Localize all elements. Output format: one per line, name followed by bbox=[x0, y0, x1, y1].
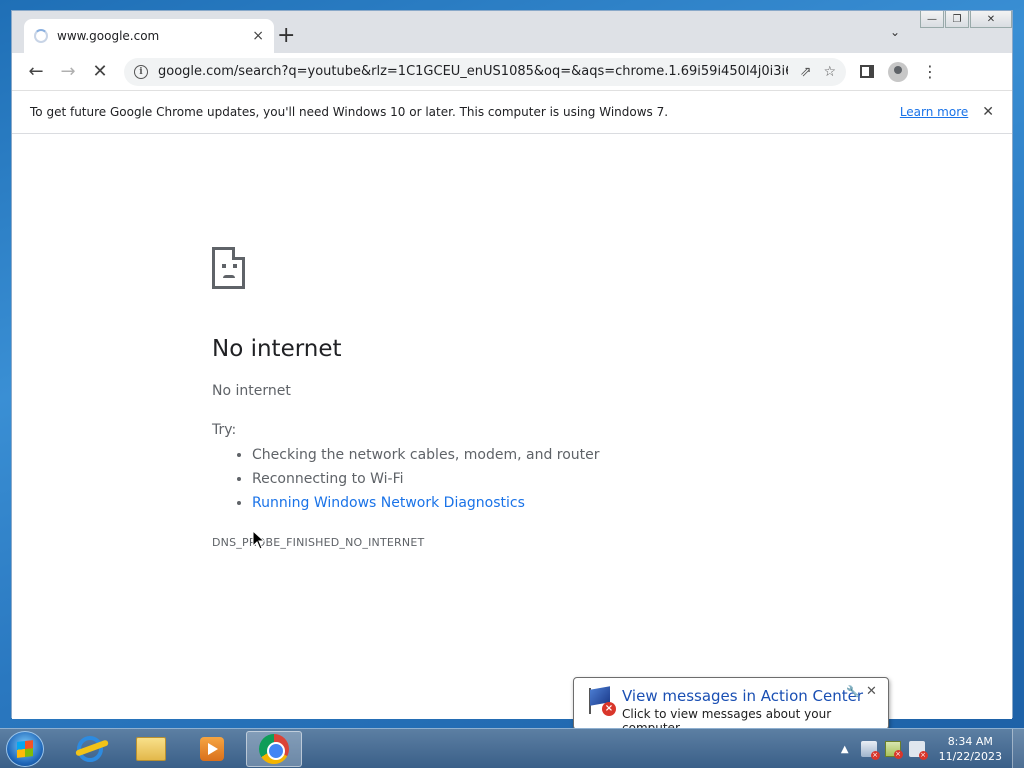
suggestion-item: Running Windows Network Diagnostics bbox=[252, 495, 600, 519]
chrome-window: www.google.com × + ⌄ — ❐ ✕ ← → ✕ i googl… bbox=[11, 10, 1013, 719]
try-label: Try: bbox=[212, 422, 237, 438]
internet-explorer-icon[interactable] bbox=[62, 731, 118, 767]
error-code: DNS_PROBE_FINISHED_NO_INTERNET bbox=[212, 536, 425, 549]
new-tab-button[interactable]: + bbox=[277, 25, 295, 47]
show-desktop-button[interactable] bbox=[1012, 729, 1024, 768]
side-panel-icon[interactable] bbox=[860, 65, 874, 78]
media-player-icon[interactable] bbox=[184, 731, 240, 767]
taskbar-clock[interactable]: 8:34 AM 11/22/2023 bbox=[939, 734, 1002, 764]
stop-button[interactable]: ✕ bbox=[84, 61, 116, 82]
tab-close-icon[interactable]: × bbox=[252, 28, 264, 44]
action-center-balloon[interactable]: × View messages in Action Center Click t… bbox=[573, 677, 889, 742]
network-tray-icon[interactable]: × bbox=[884, 741, 903, 759]
system-tray: ▲ × × × 8:34 AM 11/22/2023 bbox=[841, 729, 1024, 768]
page-content: No internet No internet Try: Checking th… bbox=[12, 135, 1012, 719]
chrome-taskbar-icon[interactable] bbox=[246, 731, 302, 767]
suggestion-item: Reconnecting to Wi-Fi bbox=[252, 471, 600, 495]
toolbar-right: ⋮ bbox=[860, 61, 938, 82]
clock-time: 8:34 AM bbox=[947, 735, 993, 748]
loading-spinner-icon bbox=[34, 29, 48, 43]
update-infobar: To get future Google Chrome updates, you… bbox=[12, 91, 1012, 134]
back-button[interactable]: ← bbox=[20, 61, 52, 82]
tab-title: www.google.com bbox=[57, 29, 160, 43]
clock-date: 11/22/2023 bbox=[938, 750, 1002, 763]
balloon-title[interactable]: View messages in Action Center bbox=[622, 687, 863, 705]
action-center-flag-icon: × bbox=[586, 686, 616, 716]
network-diagnostics-link[interactable]: Running Windows Network Diagnostics bbox=[252, 495, 525, 511]
suggestion-item: Checking the network cables, modem, and … bbox=[252, 447, 600, 471]
tab-google[interactable]: www.google.com × bbox=[24, 19, 274, 53]
tab-strip: www.google.com × + ⌄ — ❐ ✕ bbox=[12, 11, 1012, 53]
action-center-tray-icon[interactable]: × bbox=[860, 741, 880, 760]
profile-avatar-icon[interactable] bbox=[888, 61, 908, 82]
infobar-close-icon[interactable]: ✕ bbox=[982, 104, 994, 120]
sad-page-eye-right bbox=[233, 264, 237, 268]
window-controls: — ❐ ✕ bbox=[920, 11, 1012, 28]
balloon-options-icon[interactable]: 🔧 bbox=[846, 685, 860, 698]
bookmark-star-icon[interactable]: ☆ bbox=[823, 64, 836, 80]
sad-page-eye-left bbox=[222, 264, 226, 268]
menu-kebab-icon[interactable]: ⋮ bbox=[922, 62, 938, 81]
forward-button[interactable]: → bbox=[52, 61, 84, 82]
file-explorer-icon[interactable] bbox=[123, 731, 179, 767]
site-info-icon[interactable]: i bbox=[134, 64, 148, 79]
browser-toolbar: ← → ✕ i google.com/search?q=youtube&rlz=… bbox=[12, 53, 1012, 91]
close-window-button[interactable]: ✕ bbox=[970, 11, 1012, 28]
sad-page-mouth bbox=[223, 275, 235, 280]
mouse-cursor-icon bbox=[252, 530, 266, 550]
learn-more-link[interactable]: Learn more bbox=[900, 105, 968, 119]
url-text[interactable]: google.com/search?q=youtube&rlz=1C1GCEU_… bbox=[158, 64, 788, 79]
volume-muted-icon[interactable]: × bbox=[908, 741, 928, 760]
suggestion-list: Checking the network cables, modem, and … bbox=[252, 447, 600, 519]
sad-page-icon bbox=[212, 247, 245, 289]
minimize-button[interactable]: — bbox=[920, 11, 944, 28]
error-title: No internet bbox=[212, 336, 342, 362]
address-bar[interactable]: i google.com/search?q=youtube&rlz=1C1GCE… bbox=[124, 57, 846, 86]
share-icon[interactable]: ⇗ bbox=[800, 64, 812, 80]
balloon-close-icon[interactable]: ✕ bbox=[866, 684, 877, 699]
restore-button[interactable]: ❐ bbox=[945, 11, 969, 28]
show-hidden-icons-icon[interactable]: ▲ bbox=[841, 744, 849, 755]
start-button[interactable] bbox=[6, 731, 44, 767]
taskbar: ▲ × × × 8:34 AM 11/22/2023 bbox=[0, 728, 1024, 768]
tab-search-icon[interactable]: ⌄ bbox=[890, 25, 900, 39]
infobar-message: To get future Google Chrome updates, you… bbox=[30, 105, 669, 119]
error-subtitle: No internet bbox=[212, 383, 291, 399]
